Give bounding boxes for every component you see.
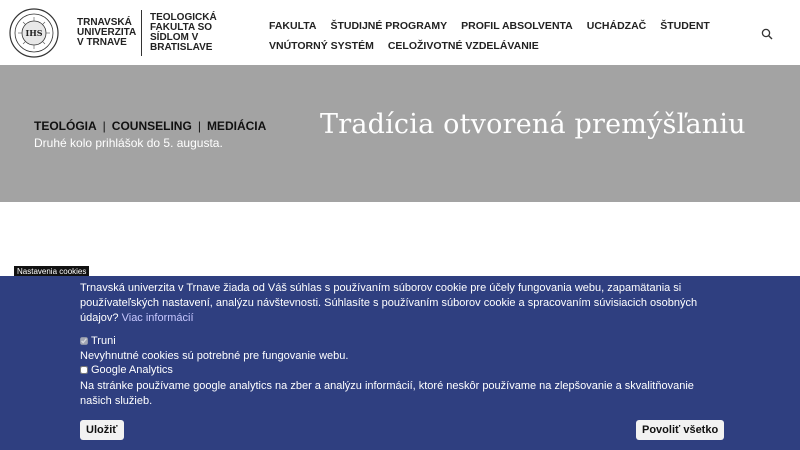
hero-banner: TEOLÓGIA | COUNSELING | MEDIÁCIA Druhé k… <box>0 65 800 202</box>
nav-item-profil-absolventa[interactable]: PROFIL ABSOLVENTA <box>461 20 573 32</box>
truni-description: Nevyhnutné cookies sú potrebné pre fungo… <box>80 350 349 362</box>
cookie-option-truni[interactable]: Truni <box>80 335 116 347</box>
hero-separator: | <box>197 119 201 133</box>
google-analytics-label: Google Analytics <box>91 364 173 376</box>
nav-item-student[interactable]: ŠTUDENT <box>660 20 710 32</box>
nav-item-uchadzac[interactable]: UCHÁDZAČ <box>587 20 647 32</box>
truni-label: Truni <box>91 335 116 347</box>
hero-separator: | <box>102 119 106 133</box>
main-nav: FAKULTA ŠTUDIJNÉ PROGRAMY PROFIL ABSOLVE… <box>269 16 729 56</box>
cookie-message: Trnavská univerzita v Trnave žiada od Vá… <box>80 281 720 326</box>
nav-item-vnutorny-system[interactable]: VNÚTORNÝ SYSTÉM <box>269 40 374 52</box>
cookie-option-google-analytics[interactable]: Google Analytics <box>80 364 173 376</box>
header-divider <box>141 10 142 56</box>
hero-link-mediacia[interactable]: MEDIÁCIA <box>207 119 266 133</box>
hero-admission-note: Druhé kolo prihlášok do 5. augusta. <box>34 136 223 150</box>
cookie-consent-banner: Trnavská univerzita v Trnave žiada od Vá… <box>0 276 800 450</box>
allow-all-button[interactable]: Povoliť všetko <box>636 420 725 440</box>
university-seal-logo[interactable]: IHS <box>9 8 59 58</box>
hero-link-counseling[interactable]: COUNSELING <box>112 119 192 133</box>
nav-item-celozivotne-vzdelavanie[interactable]: CELOŽIVOTNÉ VZDELÁVANIE <box>388 40 539 52</box>
svg-text:IHS: IHS <box>25 28 42 38</box>
google-analytics-checkbox[interactable] <box>80 366 88 374</box>
truni-checkbox[interactable] <box>80 337 88 345</box>
nav-item-fakulta[interactable]: FAKULTA <box>269 20 316 32</box>
site-header: IHS Trnavská univerzita v Trnave Teologi… <box>0 0 800 65</box>
nav-row-1: FAKULTA ŠTUDIJNÉ PROGRAMY PROFIL ABSOLVE… <box>269 16 729 36</box>
nav-row-2: VNÚTORNÝ SYSTÉM CELOŽIVOTNÉ VZDELÁVANIE <box>269 36 729 56</box>
google-analytics-description: Na stránke používame google analytics na… <box>80 380 694 407</box>
university-name[interactable]: Trnavská univerzita v Trnave <box>77 18 139 48</box>
hero-program-links: TEOLÓGIA | COUNSELING | MEDIÁCIA <box>34 119 266 133</box>
search-icon[interactable] <box>760 27 774 41</box>
cookie-more-info-link[interactable]: Viac informácií <box>122 312 194 324</box>
faculty-name[interactable]: Teologická fakulta so sídlom v Bratislav… <box>150 13 232 53</box>
hero-link-teologia[interactable]: TEOLÓGIA <box>34 119 97 133</box>
page: IHS Trnavská univerzita v Trnave Teologi… <box>0 0 800 450</box>
nav-item-studijne-programy[interactable]: ŠTUDIJNÉ PROGRAMY <box>330 20 447 32</box>
hero-title: Tradícia otvorená premýšľaniu <box>320 109 746 140</box>
save-button[interactable]: Uložiť <box>80 420 124 440</box>
